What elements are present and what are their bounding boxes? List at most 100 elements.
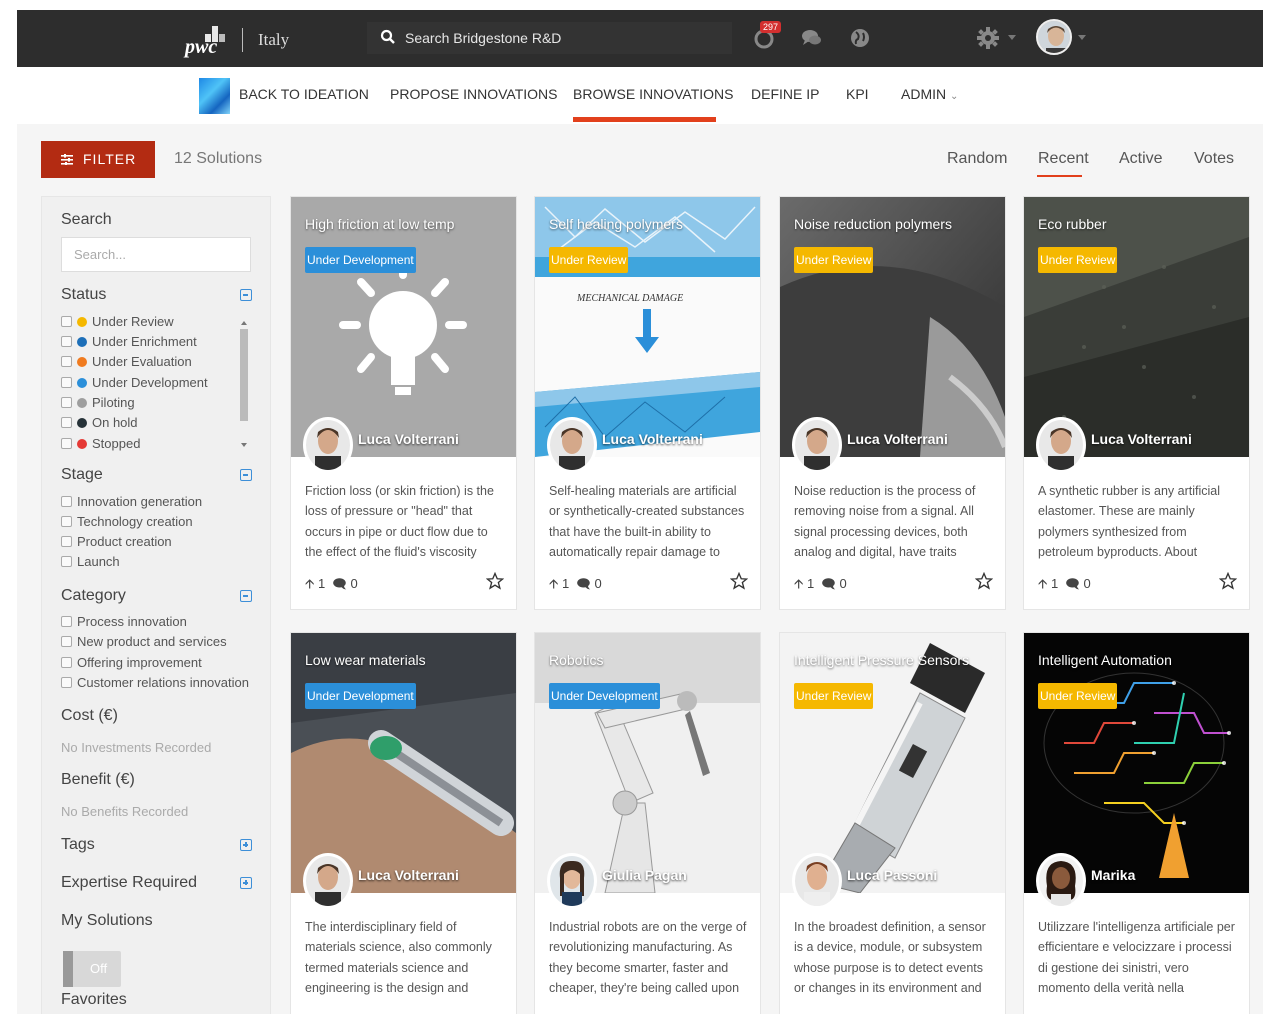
- solution-card[interactable]: MECHANICAL DAMAGE Self healing polymers …: [534, 196, 761, 610]
- author-name[interactable]: Luca Volterrani: [602, 431, 703, 447]
- author-avatar[interactable]: [792, 853, 842, 909]
- card-title[interactable]: Robotics: [549, 652, 603, 668]
- upvote-icon[interactable]: 🡩: [1038, 576, 1047, 591]
- favorite-star-icon[interactable]: [975, 572, 993, 590]
- solution-card[interactable]: Noise reduction polymers Under Review Lu…: [779, 196, 1006, 610]
- author-avatar[interactable]: [792, 417, 842, 473]
- solution-card[interactable]: Low wear materials Under Development Luc…: [290, 632, 517, 1014]
- category-option[interactable]: Customer relations innovation: [61, 675, 249, 690]
- author-avatar[interactable]: [547, 853, 597, 909]
- author-name[interactable]: Marika: [1091, 867, 1135, 883]
- author-name[interactable]: Luca Volterrani: [358, 867, 459, 883]
- solution-card[interactable]: High friction at low temp Under Developm…: [290, 196, 517, 610]
- checkbox[interactable]: [61, 536, 72, 547]
- stage-option[interactable]: Innovation generation: [61, 494, 202, 509]
- favorite-star-icon[interactable]: [486, 572, 504, 590]
- author-avatar[interactable]: [303, 853, 353, 909]
- nav-browse-innovations[interactable]: BROWSE INNOVATIONS: [573, 86, 734, 102]
- solution-card[interactable]: Intelligent Pressure Sensors Under Revie…: [779, 632, 1006, 1014]
- status-option-under-enrichment[interactable]: Under Enrichment: [61, 334, 197, 349]
- expertise-expand-icon[interactable]: [240, 877, 252, 889]
- settings-caret-icon[interactable]: [1008, 35, 1016, 40]
- global-search[interactable]: Search Bridgestone R&D: [367, 22, 732, 54]
- country-label[interactable]: Italy: [258, 30, 289, 50]
- upvote-icon[interactable]: 🡩: [549, 576, 558, 591]
- checkbox[interactable]: [61, 677, 72, 688]
- author-avatar[interactable]: [1036, 417, 1086, 473]
- comment-icon[interactable]: 🗨: [821, 576, 835, 591]
- checkbox[interactable]: [61, 516, 72, 527]
- upvote-icon[interactable]: 🡩: [305, 576, 314, 591]
- nav-kpi[interactable]: KPI: [846, 86, 869, 102]
- nav-propose-innovations[interactable]: PROPOSE INNOVATIONS: [390, 86, 558, 102]
- card-title[interactable]: Self healing polymers: [549, 216, 683, 232]
- favorite-star-icon[interactable]: [1219, 572, 1237, 590]
- checkbox[interactable]: [61, 636, 72, 647]
- stage-option[interactable]: Product creation: [61, 534, 172, 549]
- my-solutions-toggle[interactable]: Off: [63, 951, 121, 987]
- nav-admin[interactable]: ADMIN ⌄: [901, 86, 958, 102]
- nav-back-to-ideation[interactable]: BACK TO IDEATION: [239, 86, 369, 102]
- card-title[interactable]: Low wear materials: [305, 652, 426, 668]
- status-option-on-hold[interactable]: On hold: [61, 415, 138, 430]
- nav-define-ip[interactable]: DEFINE IP: [751, 86, 819, 102]
- checkbox[interactable]: [61, 377, 72, 388]
- checkbox[interactable]: [61, 496, 72, 507]
- chat-icon[interactable]: [800, 26, 824, 50]
- stage-collapse-icon[interactable]: [240, 469, 252, 481]
- comment-icon[interactable]: 🗨: [1065, 576, 1079, 591]
- comment-icon[interactable]: 🗨: [332, 576, 346, 591]
- author-avatar[interactable]: [1036, 853, 1086, 909]
- author-name[interactable]: Giulia Pagan: [602, 867, 687, 883]
- checkbox[interactable]: [61, 397, 72, 408]
- checkbox[interactable]: [61, 616, 72, 627]
- category-option[interactable]: Offering improvement: [61, 655, 202, 670]
- checkbox[interactable]: [61, 438, 72, 449]
- stage-option[interactable]: Launch: [61, 554, 120, 569]
- author-avatar[interactable]: [547, 417, 597, 473]
- author-name[interactable]: Luca Volterrani: [358, 431, 459, 447]
- checkbox[interactable]: [61, 417, 72, 428]
- sort-recent[interactable]: Recent: [1038, 150, 1089, 168]
- category-collapse-icon[interactable]: [240, 590, 252, 602]
- author-name[interactable]: Luca Volterrani: [847, 431, 948, 447]
- user-caret-icon[interactable]: [1078, 35, 1086, 40]
- filter-button[interactable]: FILTER: [41, 141, 155, 178]
- upvote-icon[interactable]: 🡩: [794, 576, 803, 591]
- user-avatar[interactable]: [1036, 19, 1072, 55]
- card-title[interactable]: Eco rubber: [1038, 216, 1106, 232]
- checkbox[interactable]: [61, 556, 72, 567]
- checkbox[interactable]: [61, 657, 72, 668]
- tags-expand-icon[interactable]: [240, 839, 252, 851]
- status-option-under-review[interactable]: Under Review: [61, 314, 174, 329]
- card-title[interactable]: High friction at low temp: [305, 216, 454, 232]
- status-option-under-development[interactable]: Under Development: [61, 375, 208, 390]
- scroll-down-icon[interactable]: [241, 443, 247, 447]
- category-option[interactable]: Process innovation: [61, 614, 187, 629]
- checkbox[interactable]: [61, 316, 72, 327]
- status-collapse-icon[interactable]: [240, 289, 252, 301]
- sort-random[interactable]: Random: [947, 150, 1007, 168]
- comment-icon[interactable]: 🗨: [576, 576, 590, 591]
- status-option-piloting[interactable]: Piloting: [61, 395, 135, 410]
- checkbox[interactable]: [61, 356, 72, 367]
- author-name[interactable]: Luca Volterrani: [1091, 431, 1192, 447]
- card-title[interactable]: Intelligent Automation: [1038, 652, 1172, 668]
- favorite-star-icon[interactable]: [730, 572, 748, 590]
- ideation-thumbnail[interactable]: [199, 78, 230, 114]
- sort-votes[interactable]: Votes: [1194, 150, 1234, 168]
- status-option-under-evaluation[interactable]: Under Evaluation: [61, 354, 192, 369]
- status-option-stopped[interactable]: Stopped: [61, 436, 140, 451]
- solution-card[interactable]: Eco rubber Under Review Luca Volterrani …: [1023, 196, 1250, 610]
- pwc-logo[interactable]: pwc: [185, 18, 229, 60]
- author-avatar[interactable]: [303, 417, 353, 473]
- globe-icon[interactable]: [848, 26, 872, 50]
- sidebar-search-input[interactable]: Search...: [61, 237, 251, 272]
- solution-card[interactable]: Robotics Under Development Giulia Pagan …: [534, 632, 761, 1014]
- card-title[interactable]: Intelligent Pressure Sensors: [794, 652, 969, 668]
- author-name[interactable]: Luca Passoni: [847, 867, 937, 883]
- checkbox[interactable]: [61, 336, 72, 347]
- status-scrollbar[interactable]: [240, 329, 248, 421]
- category-option[interactable]: New product and services: [61, 634, 227, 649]
- card-title[interactable]: Noise reduction polymers: [794, 216, 952, 232]
